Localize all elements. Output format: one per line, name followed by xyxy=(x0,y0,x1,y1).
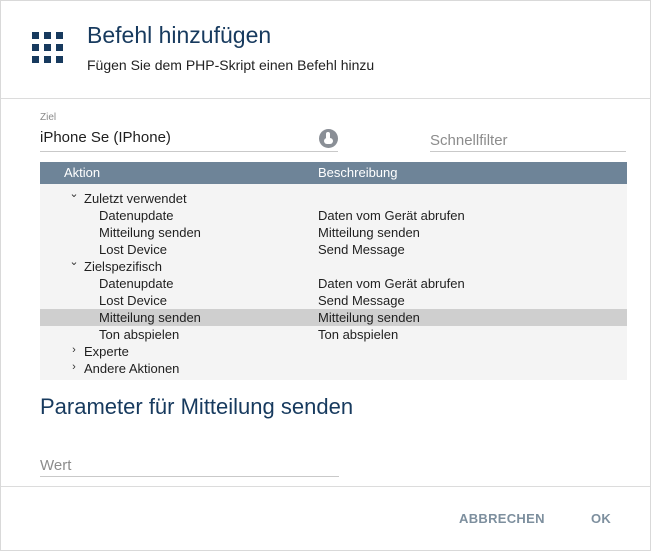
value-input[interactable] xyxy=(40,454,339,477)
action-name: Ton abspielen xyxy=(99,327,180,342)
table-row[interactable]: Lost Device Send Message xyxy=(40,241,627,258)
tree-group-row[interactable]: ⌄ Zuletzt verwendet xyxy=(40,187,627,207)
action-name: Andere Aktionen xyxy=(84,361,180,376)
action-name: Lost Device xyxy=(99,293,167,308)
action-table: Aktion Beschreibung ⌄ Zuletzt verwendet Da… xyxy=(40,162,627,380)
action-name: Mitteilung senden xyxy=(99,225,201,240)
table-row[interactable]: Datenupdate Daten vom Gerät abrufen xyxy=(40,275,627,292)
action-description: Ton abspielen xyxy=(318,327,399,342)
column-header-description[interactable]: Beschreibung xyxy=(318,165,398,180)
chevron-right-icon[interactable]: › xyxy=(69,344,79,356)
action-description: Send Message xyxy=(318,242,405,257)
column-header-action[interactable]: Aktion xyxy=(64,165,100,180)
dialog-subtitle: Fügen Sie dem PHP-Skript einen Befehl hi… xyxy=(87,57,375,73)
tree-group-row[interactable]: ⌄ Zielspezifisch xyxy=(40,255,627,275)
tree-group-row[interactable]: › Experte xyxy=(40,343,627,360)
parameters-title: Parameter für Mitteilung senden xyxy=(40,394,354,419)
chevron-down-icon[interactable]: ⌄ xyxy=(69,255,79,268)
table-row[interactable]: Datenupdate Daten vom Gerät abrufen xyxy=(40,207,627,224)
table-row[interactable]: Lost Device Send Message xyxy=(40,292,627,309)
action-description: Send Message xyxy=(318,293,405,308)
action-name: Zuletzt verwendet xyxy=(84,191,187,206)
action-description: Mitteilung senden xyxy=(318,310,420,325)
target-label: Ziel xyxy=(40,112,57,123)
action-description: Mitteilung senden xyxy=(318,225,420,240)
action-description: Daten vom Gerät abrufen xyxy=(318,276,465,291)
dialog-footer: ABBRECHEN OK xyxy=(1,486,650,551)
action-name: Lost Device xyxy=(99,242,167,257)
chevron-down-icon[interactable]: ⌄ xyxy=(69,187,79,200)
apps-grid-icon xyxy=(32,32,63,63)
dialog-title: Befehl hinzufügen xyxy=(87,22,272,48)
dialog-header: Befehl hinzufügen Fügen Sie dem PHP-Skri… xyxy=(1,1,650,99)
cancel-button[interactable]: ABBRECHEN xyxy=(459,511,545,526)
ok-button[interactable]: OK xyxy=(591,511,611,526)
chevron-right-icon[interactable]: › xyxy=(69,361,79,373)
pick-target-icon[interactable] xyxy=(319,129,338,148)
action-name: Datenupdate xyxy=(99,208,174,223)
table-row[interactable]: Mitteilung senden Mitteilung senden xyxy=(40,224,627,241)
add-command-dialog: Befehl hinzufügen Fügen Sie dem PHP-Skri… xyxy=(0,0,651,551)
action-name: Mitteilung senden xyxy=(99,310,201,325)
action-description: Daten vom Gerät abrufen xyxy=(318,208,465,223)
quick-filter-input[interactable] xyxy=(430,129,626,152)
action-name: Experte xyxy=(84,344,129,359)
action-name: Datenupdate xyxy=(99,276,174,291)
table-row[interactable]: Mitteilung senden Mitteilung senden xyxy=(40,309,627,326)
table-row[interactable]: Ton abspielen Ton abspielen xyxy=(40,326,627,343)
action-name: Zielspezifisch xyxy=(84,259,163,274)
target-field[interactable]: iPhone Se (IPhone) xyxy=(40,129,338,152)
tree-group-row[interactable]: › Andere Aktionen xyxy=(40,360,627,377)
table-header: Aktion Beschreibung xyxy=(40,162,627,184)
